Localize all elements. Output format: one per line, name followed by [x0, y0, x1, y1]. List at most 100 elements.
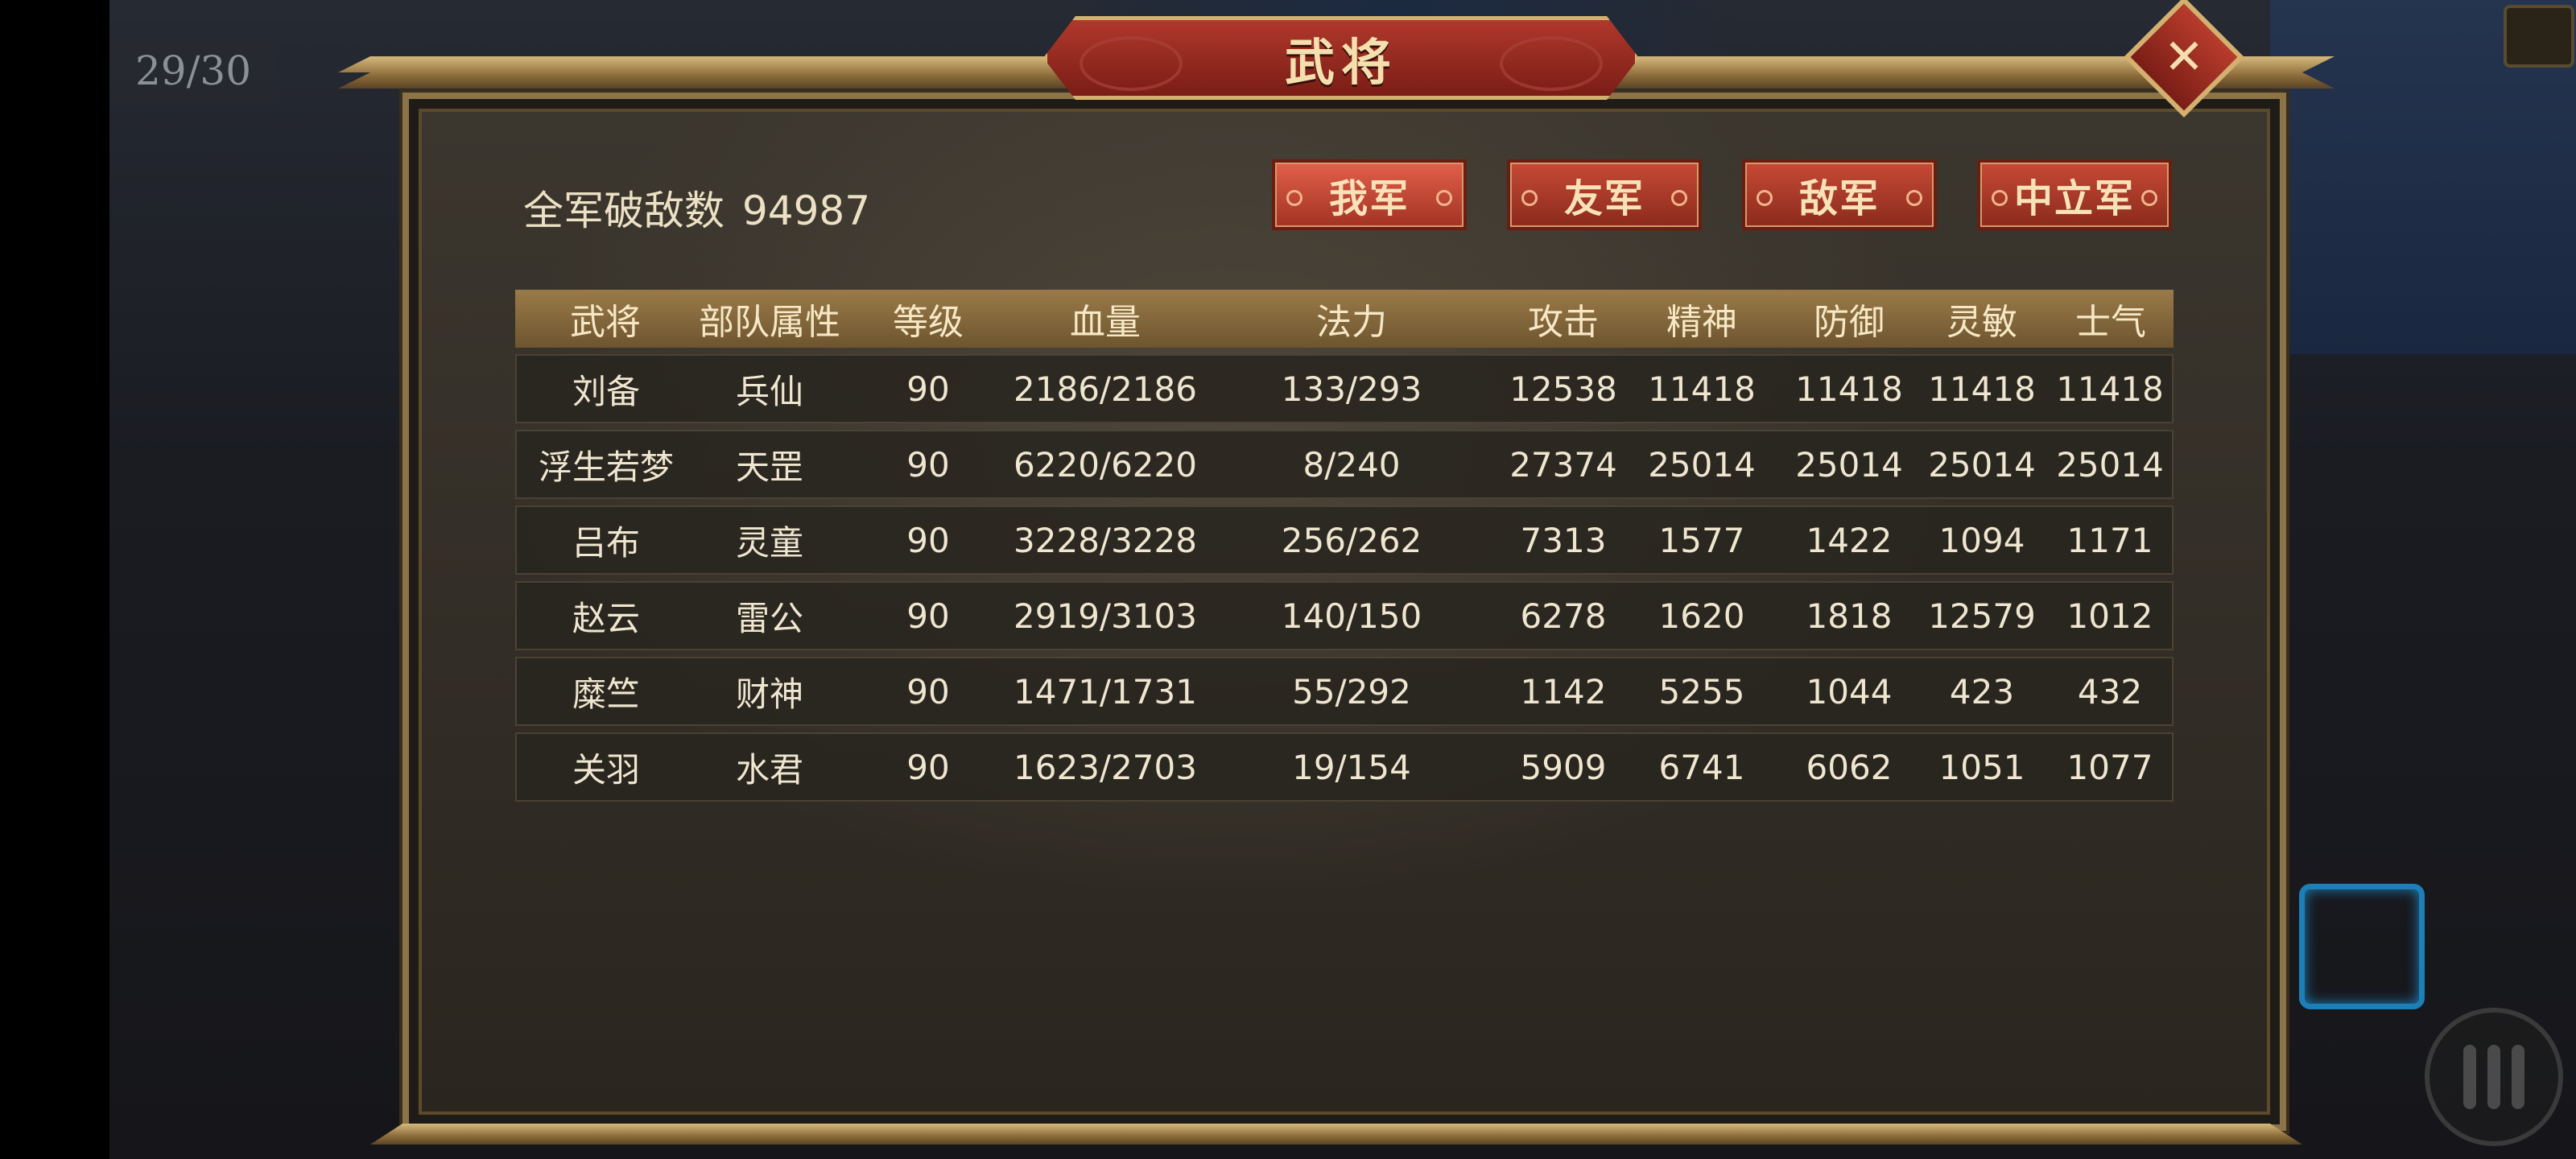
table-cell: 55/292 — [1198, 657, 1505, 726]
table-cell: 8/240 — [1198, 430, 1505, 499]
table-cell: 糜竺 — [515, 657, 696, 726]
column-header: 精神 — [1621, 290, 1782, 348]
table-cell: 1577 — [1621, 505, 1782, 575]
table-cell: 1623/2703 — [1013, 732, 1198, 802]
dialog-title: 武将 — [1284, 33, 1397, 92]
table-cell: 3228/3228 — [1013, 505, 1198, 575]
page-counter: 29/30 — [113, 39, 274, 103]
table-cell: 1471/1731 — [1013, 657, 1198, 726]
table-cell: 1077 — [2048, 732, 2174, 802]
table-cell: 6278 — [1505, 581, 1621, 650]
table-cell: 90 — [844, 657, 1013, 726]
table-cell: 水君 — [696, 732, 844, 802]
total-kills-value: 94987 — [742, 188, 871, 234]
menu-bar-icon — [2463, 1045, 2476, 1109]
tab-allied-army[interactable]: 友军 — [1507, 159, 1702, 230]
table-cell: 25014 — [1916, 430, 2048, 499]
column-header: 防御 — [1782, 290, 1916, 348]
table-cell: 27374 — [1505, 430, 1621, 499]
table-cell: 关羽 — [515, 732, 696, 802]
table-cell: 19/154 — [1198, 732, 1505, 802]
table-cell: 12579 — [1916, 581, 2048, 650]
table-cell: 兵仙 — [696, 354, 844, 423]
table-cell: 6220/6220 — [1013, 430, 1198, 499]
table-row[interactable]: 赵云 雷公 90 2919/3103 140/150 6278 1620 1818 12579 1… — [515, 581, 2174, 650]
left-letterbox — [0, 0, 109, 1159]
table-cell: 90 — [844, 430, 1013, 499]
table-cell: 256/262 — [1198, 505, 1505, 575]
table-cell: 432 — [2048, 657, 2174, 726]
table-cell: 灵童 — [696, 505, 844, 575]
table-cell: 2919/3103 — [1013, 581, 1198, 650]
menu-bar-icon — [2487, 1045, 2500, 1109]
skills-menu-button[interactable] — [2425, 1008, 2563, 1146]
table-cell: 1818 — [1782, 581, 1916, 650]
table-row[interactable]: 浮生若梦 天罡 90 6220/6220 8/240 27374 25014 25014 250… — [515, 430, 2174, 499]
table-cell: 90 — [844, 732, 1013, 802]
table-cell: 11418 — [1916, 354, 2048, 423]
column-header: 血量 — [1013, 290, 1198, 348]
table-cell: 12538 — [1505, 354, 1621, 423]
column-header: 武将 — [515, 290, 696, 348]
general-roster-table: 武将 部队属性 等级 血量 法力 攻击 精神 防御 灵敏 士气 刘备 兵仙 90 2186/2186 13… — [515, 283, 2174, 808]
menu-bar-icon — [2512, 1045, 2524, 1109]
table-cell: 25014 — [2048, 430, 2174, 499]
tab-our-army[interactable]: 我军 — [1272, 159, 1467, 230]
total-kills-label: 全军破敌数 — [523, 188, 724, 234]
column-header: 法力 — [1198, 290, 1505, 348]
dialog-title-plaque: 武将 — [1043, 16, 1639, 100]
tab-neutral-army[interactable]: 中立军 — [1977, 159, 2172, 230]
table-cell: 11418 — [2048, 354, 2174, 423]
table-cell: 1620 — [1621, 581, 1782, 650]
table-cell: 140/150 — [1198, 581, 1505, 650]
table-cell: 1142 — [1505, 657, 1621, 726]
column-header: 部队属性 — [696, 290, 844, 348]
close-icon: ✕ — [2163, 29, 2205, 85]
table-cell: 2186/2186 — [1013, 354, 1198, 423]
table-cell: 133/293 — [1198, 354, 1505, 423]
table-header-row: 武将 部队属性 等级 血量 法力 攻击 精神 防御 灵敏 士气 — [515, 290, 2174, 348]
tab-enemy-army[interactable]: 敌军 — [1742, 159, 1937, 230]
table-cell: 1012 — [2048, 581, 2174, 650]
faction-tabs: 我军 友军 敌军 中立军 — [1272, 159, 2212, 230]
swirl-ornament-icon — [1500, 36, 1603, 91]
table-cell: 90 — [844, 505, 1013, 575]
table-cell: 1044 — [1782, 657, 1916, 726]
table-row[interactable]: 糜竺 财神 90 1471/1731 55/292 1142 5255 1044 423 432 — [515, 657, 2174, 726]
table-cell: 11418 — [1782, 354, 1916, 423]
table-cell: 1051 — [1916, 732, 2048, 802]
column-header: 等级 — [844, 290, 1013, 348]
table-cell: 1171 — [2048, 505, 2174, 575]
table-cell: 423 — [1916, 657, 2048, 726]
table-cell: 财神 — [696, 657, 844, 726]
table-cell: 1422 — [1782, 505, 1916, 575]
table-cell: 吕布 — [515, 505, 696, 575]
table-cell: 90 — [844, 581, 1013, 650]
table-cell: 11418 — [1621, 354, 1782, 423]
table-row[interactable]: 吕布 灵童 90 3228/3228 256/262 7313 1577 1422 1094 11… — [515, 505, 2174, 575]
column-header: 士气 — [2048, 290, 2174, 348]
table-cell: 25014 — [1782, 430, 1916, 499]
column-header: 灵敏 — [1916, 290, 2048, 348]
table-cell: 1094 — [1916, 505, 2048, 575]
swirl-ornament-icon — [1080, 36, 1183, 91]
table-cell: 5255 — [1621, 657, 1782, 726]
target-frame-icon[interactable] — [2299, 884, 2425, 1009]
column-header: 攻击 — [1505, 290, 1621, 348]
table-cell: 5909 — [1505, 732, 1621, 802]
dialog-bottom-trim — [370, 1124, 2302, 1145]
total-kills: 全军破敌数 94987 — [523, 179, 870, 237]
corner-menu-icon[interactable] — [2504, 5, 2574, 68]
table-cell: 25014 — [1621, 430, 1782, 499]
table-cell: 雷公 — [696, 581, 844, 650]
table-row[interactable]: 刘备 兵仙 90 2186/2186 133/293 12538 11418 11418 114… — [515, 354, 2174, 423]
table-cell: 赵云 — [515, 581, 696, 650]
table-cell: 浮生若梦 — [515, 430, 696, 499]
table-cell: 6062 — [1782, 732, 1916, 802]
table-cell: 6741 — [1621, 732, 1782, 802]
table-cell: 天罡 — [696, 430, 844, 499]
table-cell: 90 — [844, 354, 1013, 423]
table-cell: 刘备 — [515, 354, 696, 423]
table-row[interactable]: 关羽 水君 90 1623/2703 19/154 5909 6741 6062 1051 107… — [515, 732, 2174, 802]
table-cell: 7313 — [1505, 505, 1621, 575]
